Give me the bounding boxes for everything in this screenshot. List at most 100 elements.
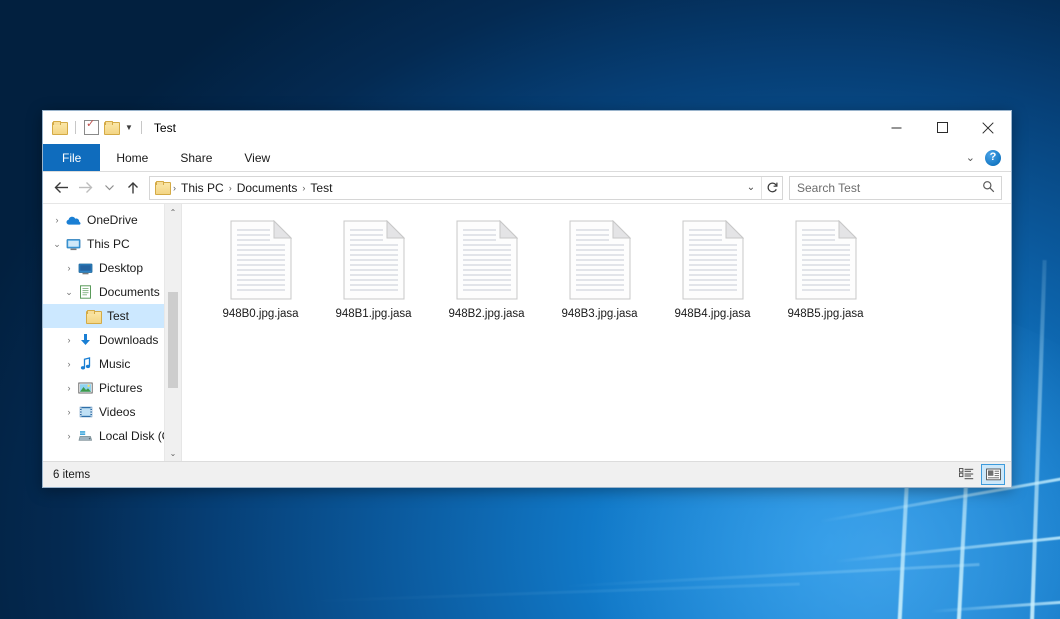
wallpaper-pane-edge-3 [1029, 260, 1046, 619]
breadcrumb-bar[interactable]: › This PC › Documents › Test ⌄ [149, 176, 783, 200]
scroll-up-icon[interactable]: ⌃ [165, 204, 181, 220]
document-icon [569, 220, 631, 300]
chevron-right-icon[interactable]: › [61, 407, 77, 417]
chevron-right-icon[interactable]: › [61, 431, 77, 441]
refresh-icon[interactable] [761, 177, 782, 199]
music-icon [77, 357, 94, 371]
wallpaper-ray-5 [300, 583, 800, 603]
sidebar-item-this-pc[interactable]: ⌄ This PC [43, 232, 181, 256]
chevron-right-icon[interactable]: › [61, 383, 77, 393]
recent-locations-button[interactable] [97, 176, 121, 200]
sidebar-item-label: Downloads [94, 333, 158, 347]
title-bar: ▼ Test [43, 111, 1011, 144]
document-icon [230, 220, 292, 300]
ribbon-right-controls: ⌄ ? [966, 144, 1011, 171]
chevron-down-icon[interactable]: ⌄ [966, 151, 975, 164]
tab-share[interactable]: Share [164, 144, 228, 171]
desktop-icon [77, 262, 94, 275]
item-count-label: 6 items [53, 469, 90, 481]
sidebar-item-documents[interactable]: ⌄ Documents [43, 280, 181, 304]
sidebar-item-label: Documents [94, 285, 160, 299]
file-list-view[interactable]: 948B0.jpg.jasa [181, 204, 1011, 461]
sidebar-item-test[interactable]: Test [43, 304, 181, 328]
document-icon [795, 220, 857, 300]
file-explorer-window: ▼ Test File Home Share View [42, 110, 1012, 488]
file-item[interactable]: 948B1.jpg.jasa [317, 218, 430, 320]
scroll-down-icon[interactable]: ⌄ [165, 445, 181, 461]
minimize-button[interactable] [873, 111, 919, 144]
search-box[interactable] [789, 176, 1002, 200]
quick-access-toolbar: ▼ [43, 120, 145, 135]
customize-caret-icon[interactable]: ▼ [125, 124, 133, 132]
close-button[interactable] [965, 111, 1011, 144]
chevron-right-icon[interactable]: › [61, 359, 77, 369]
sidebar-item-local-disk-c[interactable]: › Local Disk (C:) [43, 424, 181, 448]
file-item[interactable]: 948B5.jpg.jasa [769, 218, 882, 320]
file-item[interactable]: 948B4.jpg.jasa [656, 218, 769, 320]
sidebar-item-music[interactable]: › Music [43, 352, 181, 376]
view-toggle-group [954, 464, 1005, 485]
file-name-label: 948B5.jpg.jasa [787, 308, 863, 320]
wallpaper-ray-3 [930, 600, 1060, 613]
navigation-pane: › OneDrive ⌄ This PC › [43, 204, 181, 461]
scrollbar-thumb[interactable] [168, 292, 178, 388]
window-controls [873, 111, 1011, 144]
sidebar-item-label: Music [94, 357, 130, 371]
sidebar-item-downloads[interactable]: › Downloads [43, 328, 181, 352]
computer-icon [65, 238, 82, 251]
chevron-right-icon[interactable]: › [61, 263, 77, 273]
breadcrumb-test[interactable]: Test [306, 181, 336, 195]
address-dropdown-icon[interactable]: ⌄ [741, 177, 761, 199]
documents-icon [77, 285, 94, 299]
tab-file[interactable]: File [43, 144, 100, 171]
back-button[interactable] [49, 176, 73, 200]
sidebar-item-label: Test [102, 309, 129, 323]
breadcrumb-documents[interactable]: Documents [233, 181, 302, 195]
desktop-wallpaper: ▼ Test File Home Share View [0, 0, 1060, 619]
sidebar-item-label: This PC [82, 237, 130, 251]
sidebar-item-label: Pictures [94, 381, 142, 395]
document-icon [682, 220, 744, 300]
large-icons-view-button[interactable] [981, 464, 1005, 485]
status-bar: 6 items [43, 461, 1011, 487]
sidebar-item-videos[interactable]: › Videos [43, 400, 181, 424]
new-folder-icon[interactable] [104, 121, 119, 134]
forward-button[interactable] [73, 176, 97, 200]
sidebar-item-desktop[interactable]: › Desktop [43, 256, 181, 280]
folder-icon[interactable] [52, 121, 67, 134]
file-item[interactable]: 948B0.jpg.jasa [204, 218, 317, 320]
sidebar-item-label: OneDrive [82, 213, 138, 227]
chevron-right-icon[interactable]: › [61, 335, 77, 345]
pictures-icon [77, 382, 94, 394]
details-view-button[interactable] [954, 464, 978, 485]
chevron-down-icon[interactable]: ⌄ [49, 239, 65, 250]
chevron-right-icon[interactable]: › [49, 215, 65, 225]
file-name-label: 948B2.jpg.jasa [448, 308, 524, 320]
file-item[interactable]: 948B3.jpg.jasa [543, 218, 656, 320]
wallpaper-ray-2 [835, 536, 1060, 563]
sidebar-item-pictures[interactable]: › Pictures [43, 376, 181, 400]
maximize-button[interactable] [919, 111, 965, 144]
file-item[interactable]: 948B2.jpg.jasa [430, 218, 543, 320]
search-icon[interactable] [982, 180, 995, 196]
help-icon[interactable]: ? [985, 150, 1001, 166]
tab-home[interactable]: Home [100, 144, 164, 171]
disk-icon [77, 430, 94, 442]
chevron-down-icon[interactable]: ⌄ [61, 287, 77, 298]
sidebar-item-onedrive[interactable]: › OneDrive [43, 208, 181, 232]
window-body: › OneDrive ⌄ This PC › [43, 203, 1011, 461]
videos-icon [77, 406, 94, 418]
ribbon-tab-strip: File Home Share View ⌄ ? [43, 144, 1011, 172]
document-icon [343, 220, 405, 300]
document-icon [456, 220, 518, 300]
sidebar-scrollbar[interactable]: ⌃ ⌄ [164, 204, 181, 461]
breadcrumb-folder-icon [155, 181, 170, 194]
file-name-label: 948B3.jpg.jasa [561, 308, 637, 320]
properties-icon[interactable] [84, 120, 99, 135]
tab-view[interactable]: View [228, 144, 286, 171]
file-name-label: 948B1.jpg.jasa [335, 308, 411, 320]
search-input[interactable] [797, 181, 982, 195]
breadcrumb-this-pc[interactable]: This PC [177, 181, 228, 195]
address-bar: › This PC › Documents › Test ⌄ [43, 172, 1011, 203]
up-button[interactable] [121, 176, 145, 200]
